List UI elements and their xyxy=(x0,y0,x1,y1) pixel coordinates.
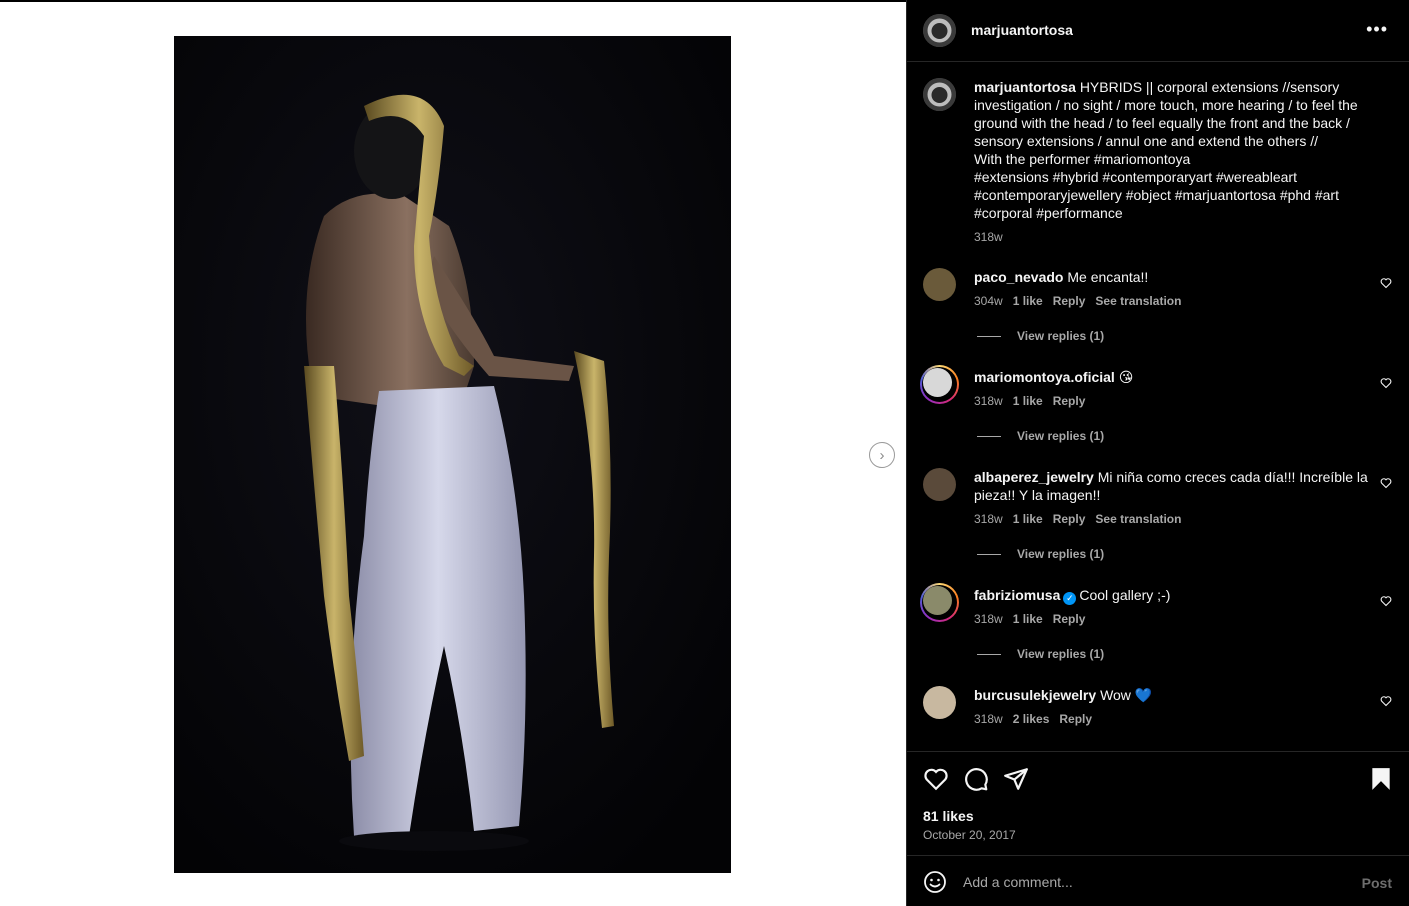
comment-text-block: paco_nevado Me encanta!! xyxy=(974,268,1374,286)
more-horizontal-icon[interactable]: ••• xyxy=(1366,20,1388,38)
comment-meta: 304w 1 like Reply See translation xyxy=(974,294,1181,308)
heart-icon[interactable] xyxy=(1380,377,1392,389)
comment-text: Wow 💙 xyxy=(1100,687,1153,703)
post-date: October 20, 2017 xyxy=(923,828,1016,842)
comment-input[interactable] xyxy=(963,872,1343,892)
comment-username[interactable]: fabriziomusa xyxy=(974,587,1060,603)
view-replies-label: View replies (1) xyxy=(1017,429,1105,443)
caption-meta: 318w xyxy=(974,230,1003,244)
media-area: › xyxy=(0,0,906,906)
caption-author[interactable]: marjuantortosa xyxy=(974,79,1076,95)
comment-meta: 318w 1 like Reply xyxy=(974,612,1085,626)
replies-divider xyxy=(977,335,1001,337)
comment-age: 318w xyxy=(974,512,1003,526)
caption-author-avatar[interactable] xyxy=(923,78,956,111)
comment-avatar[interactable] xyxy=(923,468,956,501)
instagram-post-modal: › marjuantortosa ••• marjuantortosa HYBR… xyxy=(0,0,1409,906)
reply-button[interactable]: Reply xyxy=(1059,712,1092,726)
post-comment-button[interactable]: Post xyxy=(1362,875,1392,891)
comment-text-block: burcusulekjewelry Wow 💙 xyxy=(974,686,1374,704)
comment-text: Me encanta!! xyxy=(1067,269,1149,285)
comment-avatar[interactable] xyxy=(923,268,956,301)
comment-meta: 318w 1 like Reply See translation xyxy=(974,512,1181,526)
comment-likes[interactable]: 1 like xyxy=(1013,394,1043,408)
comment-text: Cool gallery ;-) xyxy=(1079,587,1171,603)
comment-age: 318w xyxy=(974,712,1003,726)
post-side-panel: marjuantortosa ••• marjuantortosa HYBRID… xyxy=(906,0,1409,906)
see-translation-button[interactable]: See translation xyxy=(1095,512,1181,526)
story-ring[interactable] xyxy=(920,365,959,404)
see-translation-button[interactable]: See translation xyxy=(1095,294,1181,308)
comment-avatar xyxy=(923,586,952,615)
paper-plane-icon[interactable] xyxy=(1003,766,1029,792)
post-photo[interactable] xyxy=(174,36,731,873)
smiley-icon[interactable] xyxy=(923,870,947,894)
comment-username[interactable]: albaperez_jewelry xyxy=(974,469,1094,485)
reply-button[interactable]: Reply xyxy=(1053,394,1086,408)
heart-icon[interactable] xyxy=(923,766,949,792)
caption-text-block: marjuantortosa HYBRIDS || corporal exten… xyxy=(974,78,1374,222)
chevron-right-icon: › xyxy=(879,446,885,464)
comment-avatar[interactable] xyxy=(923,686,956,719)
top-edge xyxy=(0,0,906,2)
comment-username[interactable]: mariomontoya.oficial xyxy=(974,369,1115,385)
next-image-button[interactable]: › xyxy=(869,442,895,468)
heart-icon[interactable] xyxy=(1380,477,1392,489)
performer-image xyxy=(174,36,731,873)
bookmark-icon[interactable] xyxy=(1368,766,1394,792)
reply-button[interactable]: Reply xyxy=(1053,512,1086,526)
post-actions: 81 likes October 20, 2017 xyxy=(907,751,1409,855)
comment-likes[interactable]: 1 like xyxy=(1013,612,1043,626)
heart-icon[interactable] xyxy=(1380,695,1392,707)
author-avatar[interactable] xyxy=(923,14,956,47)
comment-age: 318w xyxy=(974,612,1003,626)
view-replies-button[interactable]: View replies (1) xyxy=(977,329,1104,343)
caption-text: HYBRIDS || corporal extensions //sensory… xyxy=(974,79,1358,221)
reply-button[interactable]: Reply xyxy=(1053,612,1086,626)
view-replies-label: View replies (1) xyxy=(1017,547,1105,561)
replies-divider xyxy=(977,435,1001,437)
reply-button[interactable]: Reply xyxy=(1053,294,1086,308)
comment-likes[interactable]: 1 like xyxy=(1013,294,1043,308)
heart-icon[interactable] xyxy=(1380,277,1392,289)
comment-age: 318w xyxy=(974,394,1003,408)
comment-likes[interactable]: 2 likes xyxy=(1013,712,1050,726)
comment-age: 304w xyxy=(974,294,1003,308)
view-replies-button[interactable]: View replies (1) xyxy=(977,547,1104,561)
comment-meta: 318w 1 like Reply xyxy=(974,394,1085,408)
heart-icon[interactable] xyxy=(1380,595,1392,607)
comments-list[interactable]: marjuantortosa HYBRIDS || corporal exten… xyxy=(907,62,1409,750)
view-replies-label: View replies (1) xyxy=(1017,329,1105,343)
view-replies-label: View replies (1) xyxy=(1017,647,1105,661)
comment-text-block: albaperez_jewelry Mi niña como creces ca… xyxy=(974,468,1374,504)
comment-username[interactable]: burcusulekjewelry xyxy=(974,687,1096,703)
comment-meta: 318w 2 likes Reply xyxy=(974,712,1092,726)
likes-count[interactable]: 81 likes xyxy=(923,808,974,824)
comment-bubble-icon[interactable] xyxy=(963,766,989,792)
comment-text-block: fabriziomusa ✓ Cool gallery ;-) xyxy=(974,586,1374,605)
story-ring[interactable] xyxy=(920,583,959,622)
post-header: marjuantortosa ••• xyxy=(907,0,1409,62)
view-replies-button[interactable]: View replies (1) xyxy=(977,429,1104,443)
comment-avatar xyxy=(923,368,952,397)
replies-divider xyxy=(977,653,1001,655)
caption-age: 318w xyxy=(974,230,1003,244)
view-replies-button[interactable]: View replies (1) xyxy=(977,647,1104,661)
comment-username[interactable]: paco_nevado xyxy=(974,269,1063,285)
replies-divider xyxy=(977,553,1001,555)
comment-text-block: mariomontoya.oficial 😘 xyxy=(974,368,1374,386)
comment-text: 😘 xyxy=(1118,369,1134,385)
verified-badge-icon: ✓ xyxy=(1063,592,1077,605)
comment-likes[interactable]: 1 like xyxy=(1013,512,1043,526)
author-username[interactable]: marjuantortosa xyxy=(971,22,1073,38)
add-comment-bar: Post xyxy=(907,855,1409,906)
